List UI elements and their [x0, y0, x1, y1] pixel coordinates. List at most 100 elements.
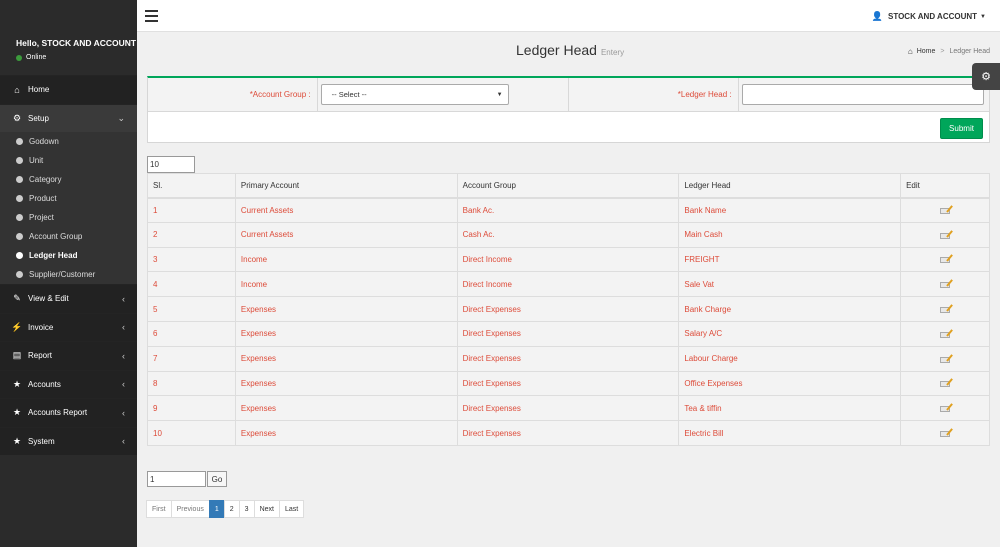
column-header: Primary Account	[234, 173, 458, 199]
sidebar-item-home[interactable]: ⌂ Home	[0, 75, 137, 104]
plug-icon: ⚡	[11, 321, 23, 332]
caret-down-icon: ▼	[980, 13, 986, 20]
sidebar-subitem-ledger-head[interactable]: Ledger Head	[0, 246, 137, 265]
chevron-left-icon: ‹	[122, 436, 125, 447]
sidebar-item-system[interactable]: ★ System ‹	[0, 426, 137, 455]
page-3[interactable]: 3	[238, 500, 255, 518]
settings-gear-icon[interactable]: ⚙	[972, 63, 1000, 90]
table-cell: Labour Charge	[678, 345, 902, 372]
edit-icon[interactable]	[939, 328, 953, 338]
sidebar-subitem-project[interactable]: Project	[0, 208, 137, 227]
edit-icon[interactable]	[939, 229, 953, 239]
account-menu[interactable]: 👤 STOCK AND ACCOUNT ▼	[872, 11, 986, 22]
go-button[interactable]: Go	[207, 471, 227, 487]
ledger-head-cell	[739, 78, 989, 111]
sidebar-subitem-category[interactable]: Category	[0, 170, 137, 189]
table-cell: Office Expenses	[678, 370, 902, 397]
table-cell: Expenses	[234, 420, 458, 446]
edit-icon[interactable]	[939, 377, 953, 388]
user-greeting: Hello, STOCK AND ACCOUNT	[16, 38, 137, 48]
edit-icon[interactable]	[939, 278, 953, 289]
sidebar-item-report[interactable]: ▤ Report ‹	[0, 341, 137, 370]
ledger-head-form: *Account Group : -- Select -- ▼ *Ledger …	[147, 76, 990, 143]
submit-button[interactable]: Submit	[940, 118, 983, 139]
chevron-left-icon: ‹	[122, 379, 125, 390]
table-row: 3 Income Direct Income FREIGHT	[147, 246, 990, 273]
sidebar-item-label: Invoice	[28, 322, 54, 332]
table-row: 6 Expenses Direct Expenses Salary A/C	[147, 320, 990, 347]
home-icon: ⌂	[907, 47, 913, 56]
edit-cell	[900, 345, 990, 372]
page-first[interactable]: First	[146, 500, 172, 518]
table-cell: Direct Income	[456, 246, 680, 273]
edit-icon[interactable]	[939, 303, 953, 314]
table-cell: Direct Expenses	[456, 395, 680, 422]
online-dot-icon	[16, 54, 22, 61]
table-cell: 6	[147, 320, 236, 347]
table-cell: 1	[147, 197, 236, 223]
chevron-left-icon: ‹	[122, 293, 125, 304]
table-cell: 2	[147, 221, 236, 248]
sidebar-item-view-edit[interactable]: ✎ View & Edit ‹	[0, 284, 137, 313]
table-cell: Sale Vat	[678, 271, 902, 298]
edit-icon[interactable]	[939, 427, 953, 438]
sidebar-subitem-product[interactable]: Product	[0, 189, 137, 208]
sidebar-item-label: Accounts	[28, 379, 61, 389]
top-navbar: 👤 STOCK AND ACCOUNT ▼	[137, 0, 1000, 32]
sidebar-item-accounts[interactable]: ★ Accounts ‹	[0, 369, 137, 398]
edit-icon[interactable]	[939, 402, 953, 413]
table-cell: 7	[147, 345, 236, 372]
subitem-label: Project	[29, 213, 54, 222]
page-size-input[interactable]: 10	[147, 156, 195, 173]
sidebar-item-invoice[interactable]: ⚡ Invoice ‹	[0, 312, 137, 341]
user-icon: 👤	[871, 11, 883, 21]
edit-icon[interactable]	[939, 253, 953, 264]
menu-toggle-icon[interactable]	[145, 10, 158, 25]
edit-icon[interactable]	[939, 353, 953, 363]
column-header: Sl.	[147, 173, 236, 199]
sidebar-subitem-supplier-customer[interactable]: Supplier/Customer	[0, 265, 137, 284]
chevron-down-icon: ⌄	[117, 112, 125, 123]
sidebar-subitem-unit[interactable]: Unit	[0, 151, 137, 170]
subitem-label: Product	[29, 194, 57, 203]
main-content: Ledger Head Entery ⌂ Home > Ledger Head *…	[137, 32, 1000, 547]
sidebar-subitem-account-group[interactable]: Account Group	[0, 227, 137, 246]
table-cell: Direct Expenses	[456, 345, 680, 372]
edit-cell	[900, 221, 990, 248]
star-icon: ★	[12, 435, 22, 446]
star-icon: ★	[12, 407, 22, 418]
sidebar-item-setup[interactable]: ⚙ Setup ⌄	[0, 103, 137, 132]
chevron-left-icon: ‹	[122, 322, 125, 333]
setup-submenu: Godown Unit Category Product Project Acc…	[0, 132, 137, 284]
table-cell: Income	[234, 271, 458, 298]
edit-icon[interactable]	[939, 204, 953, 215]
page-2[interactable]: 2	[223, 500, 240, 518]
subitem-label: Godown	[29, 137, 59, 146]
breadcrumb-home[interactable]: Home	[917, 48, 936, 55]
circle-icon	[16, 214, 23, 221]
page-1[interactable]: 1	[208, 500, 225, 518]
table-row: 4 Income Direct Income Sale Vat	[147, 271, 990, 298]
account-group-label: *Account Group :	[148, 78, 318, 111]
page-last[interactable]: Last	[278, 500, 305, 518]
table-cell: 3	[147, 246, 236, 273]
page-next[interactable]: Next	[253, 500, 280, 518]
table-cell: Expenses	[234, 296, 458, 322]
edit-cell	[900, 370, 990, 397]
edit-cell	[900, 271, 990, 298]
sidebar-item-accounts-report[interactable]: ★ Accounts Report ‹	[0, 398, 137, 427]
online-label: Online	[26, 54, 47, 61]
goto-page-input[interactable]: 1	[147, 471, 206, 487]
account-group-select[interactable]: -- Select -- ▼	[320, 84, 509, 105]
edit-cell	[900, 246, 990, 273]
column-header: Edit	[900, 173, 990, 199]
table-row: 9 Expenses Direct Expenses Tea & tiffin	[147, 395, 990, 422]
table-cell: 5	[147, 296, 236, 322]
table-cell: 10	[147, 420, 236, 446]
table-cell: Tea & tiffin	[678, 395, 902, 422]
sidebar-subitem-godown[interactable]: Godown	[0, 132, 137, 151]
account-group-selected: -- Select --	[331, 90, 367, 99]
ledger-head-input[interactable]	[741, 84, 984, 105]
page-previous[interactable]: Previous	[170, 500, 210, 518]
table-cell: Current Assets	[234, 197, 458, 223]
